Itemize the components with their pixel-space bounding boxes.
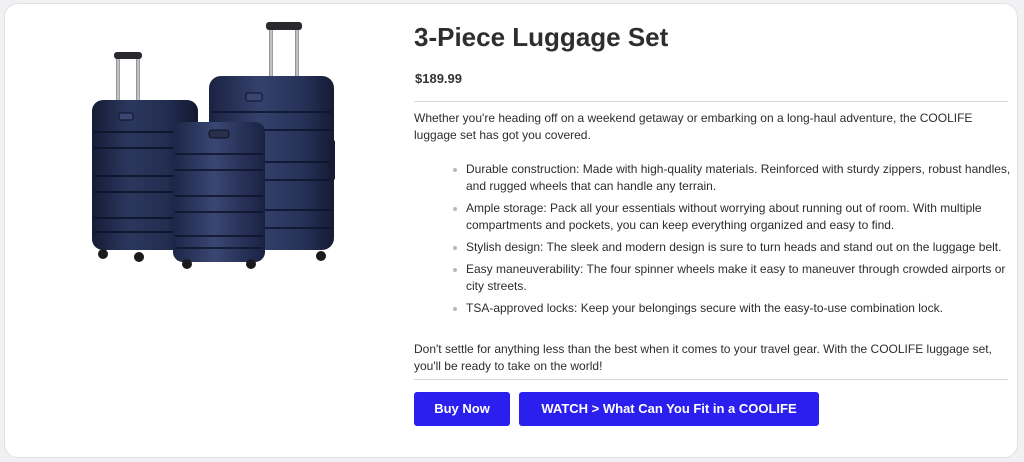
feature-item: TSA-approved locks: Keep your belongings… [453, 300, 1013, 317]
product-outro: Don't settle for anything less than the … [414, 342, 992, 373]
buy-now-button[interactable]: Buy Now [414, 392, 510, 426]
product-price: $189.99 [415, 71, 462, 86]
small-suitcase [173, 122, 265, 269]
luggage-set-image [92, 22, 335, 269]
feature-text: Durable construction: Made with high-qua… [466, 162, 1011, 193]
divider [414, 101, 1008, 102]
feature-list: Durable construction: Made with high-qua… [453, 161, 1013, 322]
bullet-icon [453, 268, 457, 272]
product-title: 3-Piece Luggage Set [414, 22, 669, 52]
product-image [83, 20, 345, 270]
divider [414, 379, 1008, 380]
bullet-icon [453, 168, 457, 172]
bullet-icon [453, 246, 457, 250]
watch-video-button[interactable]: WATCH > What Can You Fit in a COOLIFE [519, 392, 819, 426]
feature-text: Easy maneuverability: The four spinner w… [466, 262, 1006, 293]
feature-item: Ample storage: Pack all your essentials … [453, 200, 1013, 234]
feature-text: Stylish design: The sleek and modern des… [466, 240, 1002, 254]
product-intro: Whether you're heading off on a weekend … [414, 111, 973, 142]
feature-text: TSA-approved locks: Keep your belongings… [466, 301, 943, 315]
feature-item: Stylish design: The sleek and modern des… [453, 239, 1013, 256]
bullet-icon [453, 207, 457, 211]
bullet-icon [453, 307, 457, 311]
product-card: 3-Piece Luggage Set $189.99 Whether you'… [4, 3, 1018, 458]
feature-text: Ample storage: Pack all your essentials … [466, 201, 982, 232]
feature-item: Easy maneuverability: The four spinner w… [453, 261, 1013, 295]
feature-item: Durable construction: Made with high-qua… [453, 161, 1013, 195]
